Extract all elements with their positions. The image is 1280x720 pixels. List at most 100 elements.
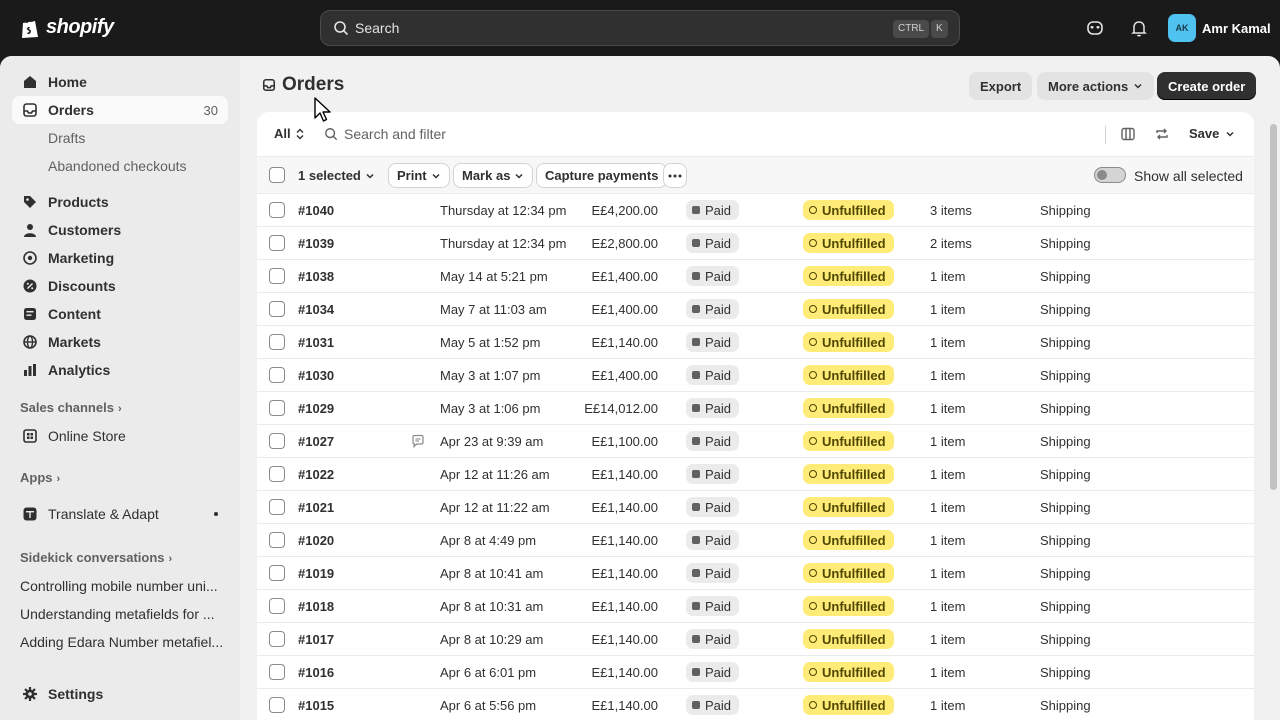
row-checkbox[interactable] (269, 367, 285, 383)
order-number[interactable]: #1021 (298, 500, 334, 515)
save-view-button[interactable]: Save (1189, 126, 1235, 141)
order-items[interactable]: 2 items (930, 236, 972, 251)
order-items[interactable]: 1 item (930, 401, 965, 416)
sidebar-item-markets[interactable]: Markets (12, 328, 228, 356)
columns-icon[interactable] (1120, 126, 1136, 142)
selected-count-dropdown[interactable]: 1 selected (298, 168, 375, 183)
table-row[interactable]: #1038 May 14 at 5:21 pm E£1,400.00 Paid … (257, 260, 1254, 293)
order-items[interactable]: 1 item (930, 599, 965, 614)
table-row[interactable]: #1039 Thursday at 12:34 pm E£2,800.00 Pa… (257, 227, 1254, 260)
order-items[interactable]: 1 item (930, 467, 965, 482)
row-checkbox[interactable] (269, 466, 285, 482)
sidebar-item-drafts[interactable]: Drafts (48, 124, 85, 152)
more-actions-button[interactable]: More actions (1037, 72, 1155, 100)
table-row[interactable]: #1019 Apr 8 at 10:41 am E£1,140.00 Paid … (257, 557, 1254, 590)
row-checkbox[interactable] (269, 235, 285, 251)
table-row[interactable]: #1018 Apr 8 at 10:31 am E£1,140.00 Paid … (257, 590, 1254, 623)
order-items[interactable]: 1 item (930, 533, 965, 548)
order-number[interactable]: #1016 (298, 665, 334, 680)
table-row[interactable]: #1040 Thursday at 12:34 pm E£4,200.00 Pa… (257, 194, 1254, 227)
sales-channels-heading[interactable]: Sales channels › (20, 398, 122, 418)
sidebar-item-home[interactable]: Home (12, 68, 228, 96)
order-items[interactable]: 1 item (930, 566, 965, 581)
row-checkbox[interactable] (269, 334, 285, 350)
sort-arrows-icon[interactable] (1154, 126, 1170, 142)
row-checkbox[interactable] (269, 268, 285, 284)
table-row[interactable]: #1031 May 5 at 1:52 pm E£1,140.00 Paid U… (257, 326, 1254, 359)
sidebar-item-customers[interactable]: Customers (12, 216, 228, 244)
global-search-input[interactable]: Search CTRL K (320, 10, 960, 46)
order-items[interactable]: 1 item (930, 368, 965, 383)
table-row[interactable]: #1029 May 3 at 1:06 pm E£14,012.00 Paid … (257, 392, 1254, 425)
table-row[interactable]: #1021 Apr 12 at 11:22 am E£1,140.00 Paid… (257, 491, 1254, 524)
table-row[interactable]: #1017 Apr 8 at 10:29 am E£1,140.00 Paid … (257, 623, 1254, 656)
row-checkbox[interactable] (269, 400, 285, 416)
order-items[interactable]: 1 item (930, 302, 965, 317)
sidebar-item-discounts[interactable]: Discounts (12, 272, 228, 300)
table-row[interactable]: #1030 May 3 at 1:07 pm E£1,400.00 Paid U… (257, 359, 1254, 392)
sidebar-item-abandoned-checkouts[interactable]: Abandoned checkouts (48, 152, 187, 180)
table-row[interactable]: #1027 Apr 23 at 9:39 am E£1,100.00 Paid … (257, 425, 1254, 458)
apps-heading[interactable]: Apps › (20, 468, 60, 488)
order-items[interactable]: 1 item (930, 500, 965, 515)
scrollbar[interactable] (1270, 124, 1277, 490)
order-number[interactable]: #1022 (298, 467, 334, 482)
table-row[interactable]: #1022 Apr 12 at 11:26 am E£1,140.00 Paid… (257, 458, 1254, 491)
order-items[interactable]: 1 item (930, 698, 965, 713)
sidekick-conversation-item[interactable]: Understanding metafields for ... (20, 600, 224, 628)
order-items[interactable]: 1 item (930, 632, 965, 647)
order-number[interactable]: #1019 (298, 566, 334, 581)
sidekick-icon[interactable] (1085, 18, 1105, 38)
row-checkbox[interactable] (269, 433, 285, 449)
row-checkbox[interactable] (269, 598, 285, 614)
sidekick-conversations-heading[interactable]: Sidekick conversations › (20, 548, 172, 568)
sidebar-item-products[interactable]: Products (12, 188, 228, 216)
row-checkbox[interactable] (269, 499, 285, 515)
order-number[interactable]: #1039 (298, 236, 334, 251)
table-row[interactable]: #1020 Apr 8 at 4:49 pm E£1,140.00 Paid U… (257, 524, 1254, 557)
order-items[interactable]: 1 item (930, 269, 965, 284)
order-number[interactable]: #1029 (298, 401, 334, 416)
row-checkbox[interactable] (269, 565, 285, 581)
bell-icon[interactable] (1129, 18, 1149, 38)
order-items[interactable]: 1 item (930, 665, 965, 680)
sidebar-item-translate-adapt[interactable]: Translate & Adapt (12, 500, 228, 528)
order-number[interactable]: #1034 (298, 302, 334, 317)
row-checkbox[interactable] (269, 202, 285, 218)
user-menu[interactable]: AK Amr Kamal (1168, 14, 1271, 42)
row-checkbox[interactable] (269, 697, 285, 713)
shopify-logo[interactable]: shopify (20, 16, 114, 39)
mark-as-button[interactable]: Mark as (453, 163, 534, 188)
order-items[interactable]: 1 item (930, 335, 965, 350)
sidekick-conversation-item[interactable]: Controlling mobile number uni... (20, 572, 224, 600)
show-all-selected-toggle[interactable] (1094, 167, 1126, 183)
order-number[interactable]: #1038 (298, 269, 334, 284)
search-filter-input[interactable]: Search and filter (324, 126, 446, 142)
more-bulk-actions-button[interactable] (663, 163, 687, 188)
table-row[interactable]: #1016 Apr 6 at 6:01 pm E£1,140.00 Paid U… (257, 656, 1254, 689)
comment-icon[interactable] (411, 434, 425, 448)
sidebar-item-settings[interactable]: Settings (12, 680, 228, 708)
order-number[interactable]: #1040 (298, 203, 334, 218)
sidebar-item-orders[interactable]: Orders 30 (12, 96, 228, 124)
row-checkbox[interactable] (269, 532, 285, 548)
order-number[interactable]: #1031 (298, 335, 334, 350)
order-number[interactable]: #1018 (298, 599, 334, 614)
row-checkbox[interactable] (269, 301, 285, 317)
export-button[interactable]: Export (969, 72, 1033, 100)
sidebar-item-analytics[interactable]: Analytics (12, 356, 228, 384)
sidekick-conversation-item[interactable]: Adding Edara Number metafiel... (20, 628, 224, 656)
print-button[interactable]: Print (388, 163, 450, 188)
capture-payments-button[interactable]: Capture payments (536, 163, 668, 188)
table-row[interactable]: #1034 May 7 at 11:03 am E£1,400.00 Paid … (257, 293, 1254, 326)
order-number[interactable]: #1030 (298, 368, 334, 383)
order-items[interactable]: 1 item (930, 434, 965, 449)
table-row[interactable]: #1015 Apr 6 at 5:56 pm E£1,140.00 Paid U… (257, 689, 1254, 720)
row-checkbox[interactable] (269, 664, 285, 680)
sidebar-item-marketing[interactable]: Marketing (12, 244, 228, 272)
create-order-button[interactable]: Create order (1157, 72, 1257, 100)
order-number[interactable]: #1020 (298, 533, 334, 548)
order-items[interactable]: 3 items (930, 203, 972, 218)
row-checkbox[interactable] (269, 631, 285, 647)
sidebar-item-online-store[interactable]: Online Store (12, 422, 228, 450)
